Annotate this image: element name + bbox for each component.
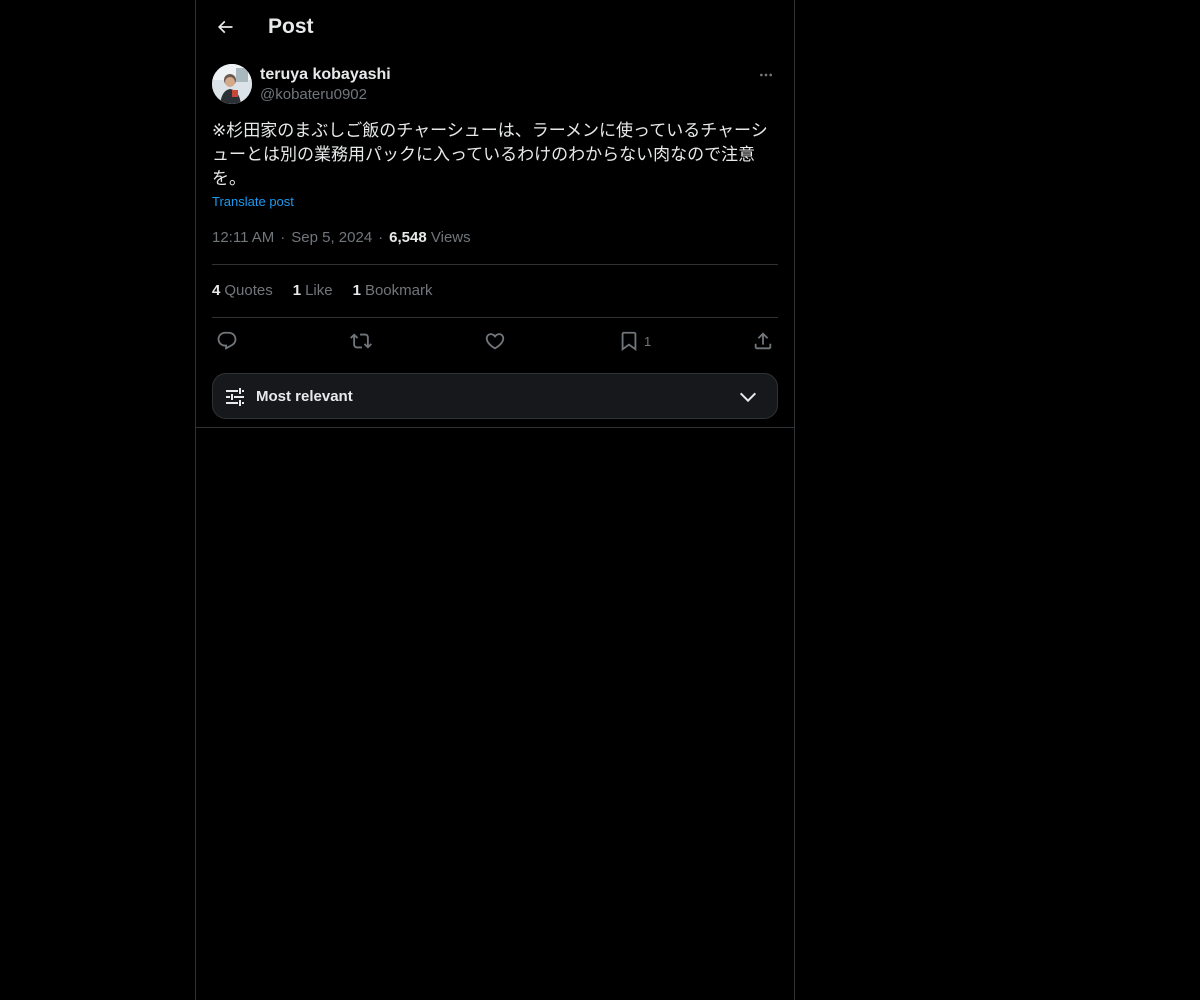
heart-icon [485, 333, 505, 350]
repost-icon [350, 333, 372, 349]
bookmarks-label: Bookmark [364, 282, 433, 299]
sliders-icon [226, 388, 244, 406]
likes-stat[interactable]: 1 Like [293, 281, 333, 301]
share-icon [754, 332, 772, 350]
repost-button[interactable] [350, 329, 372, 353]
post-text: ※杉田家のまぶしご飯のチャーシューは、ラーメンに使っているチャーシューとは別の業… [212, 121, 768, 188]
likes-label: Like [305, 282, 333, 299]
action-bar: 1 [212, 329, 778, 353]
views-count: 6,548 [389, 229, 427, 246]
bookmark-icon [621, 331, 637, 352]
views-label: Views [430, 229, 471, 246]
reply-sort-dropdown[interactable]: Most relevant [212, 373, 778, 419]
divider [212, 264, 778, 265]
meta-separator: · [378, 229, 384, 246]
reply-icon [217, 331, 237, 350]
post-time[interactable]: 12:11 AM [212, 229, 274, 246]
more-options-button[interactable] [754, 64, 778, 86]
meta-separator: · [280, 229, 286, 246]
bookmark-button[interactable]: 1 [618, 329, 651, 353]
page-title: Post [268, 15, 314, 38]
author-handle[interactable]: @kobateru0902 [260, 85, 367, 105]
quotes-stat[interactable]: 4 Quotes [212, 281, 273, 301]
bookmarks-stat[interactable]: 1 Bookmark [353, 281, 433, 301]
quotes-label: Quotes [224, 282, 273, 299]
back-button[interactable] [208, 10, 242, 44]
page-header: Post [196, 0, 794, 53]
quotes-count: 4 [212, 282, 221, 299]
chevron-down-icon [739, 392, 757, 403]
post-stats: 4 Quotes 1 Like 1 Bookmark [212, 281, 432, 301]
main-column: Post teruya kobayashi @kobateru0902 ※杉田家… [195, 0, 795, 1000]
reply-button[interactable] [216, 329, 238, 353]
bookmarks-count: 1 [352, 282, 361, 299]
likes-count: 1 [292, 282, 302, 299]
author-name[interactable]: teruya kobayashi [260, 65, 391, 85]
post-date[interactable]: Sep 5, 2024 [291, 229, 372, 246]
divider [212, 317, 778, 318]
share-button[interactable] [752, 329, 774, 353]
translate-post-link[interactable]: Translate post [212, 194, 294, 210]
more-dots-icon [760, 73, 772, 77]
bookmark-count: 1 [644, 333, 652, 349]
avatar[interactable] [212, 64, 252, 104]
sort-label: Most relevant [256, 388, 353, 405]
like-button[interactable] [484, 329, 506, 353]
post-meta: 12:11 AM · Sep 5, 2024 · 6,548 Views [212, 228, 471, 248]
arrow-left-icon [217, 20, 233, 34]
divider [196, 427, 794, 428]
